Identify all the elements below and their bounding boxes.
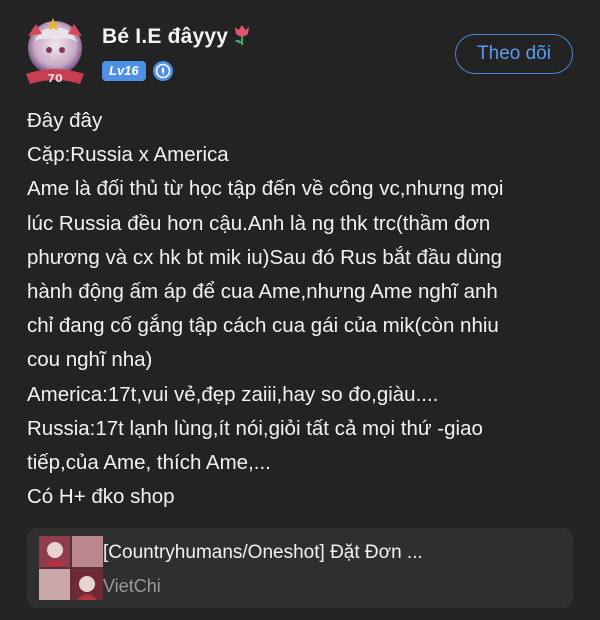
story-author: VietChi [103, 576, 161, 596]
post-line: phương và cx hk bt mik iu)Sau đó Rus bắt… [27, 245, 503, 269]
level-badge: Lv16 [102, 61, 146, 81]
username[interactable]: Bé I.E đâyyy [102, 24, 252, 49]
user-badges: Lv16 [102, 60, 174, 82]
post-line: cou nghĩ nha) [27, 348, 153, 372]
post-line: Có H+ đko shop [27, 485, 175, 509]
post-line: lúc Russia đều hơn cậu.Anh là ng thk trc… [27, 211, 491, 235]
post-line: America:17t,vui vẻ,đẹp zaiii,hay so đo,g… [27, 382, 439, 406]
post-line: Cặp:Russia x America [27, 143, 229, 167]
verified-icon [152, 61, 173, 81]
tulip-icon [232, 24, 252, 46]
story-title: [Countryhumans/Oneshot] Đặt Đơn ... [103, 542, 423, 563]
follow-button[interactable]: Theo dõi [455, 34, 573, 74]
post-line: Ame là đối thủ từ học tập đến về công vc… [27, 177, 504, 201]
post-line: Russia:17t lạnh lùng,ít nói,giỏi tất cả … [27, 416, 483, 440]
avatar[interactable]: 70 [20, 16, 90, 86]
post-line: Đây đây [27, 109, 103, 132]
username-text: Bé I.E đâyyy [102, 25, 229, 48]
post-content: Đây đây Cặp:Russia x America Ame là đối … [27, 104, 582, 514]
post-line: tiếp,của Ame, thích Ame,... [27, 451, 271, 475]
story-cover-thumbnail [39, 536, 103, 600]
post-line: hành động ấm áp để cua Ame,nhưng Ame ngh… [27, 280, 498, 304]
linked-story-card[interactable]: [Countryhumans/Oneshot] Đặt Đơn ... Viet… [27, 528, 573, 608]
post-line: chỉ đang cố gắng tập cách cua gái của mi… [27, 314, 499, 338]
avatar-badge-number: 70 [47, 72, 63, 85]
post-container: 70 Bé I.E đâyyy Lv16 Theo dõi Đây đây Cặ… [0, 0, 600, 620]
